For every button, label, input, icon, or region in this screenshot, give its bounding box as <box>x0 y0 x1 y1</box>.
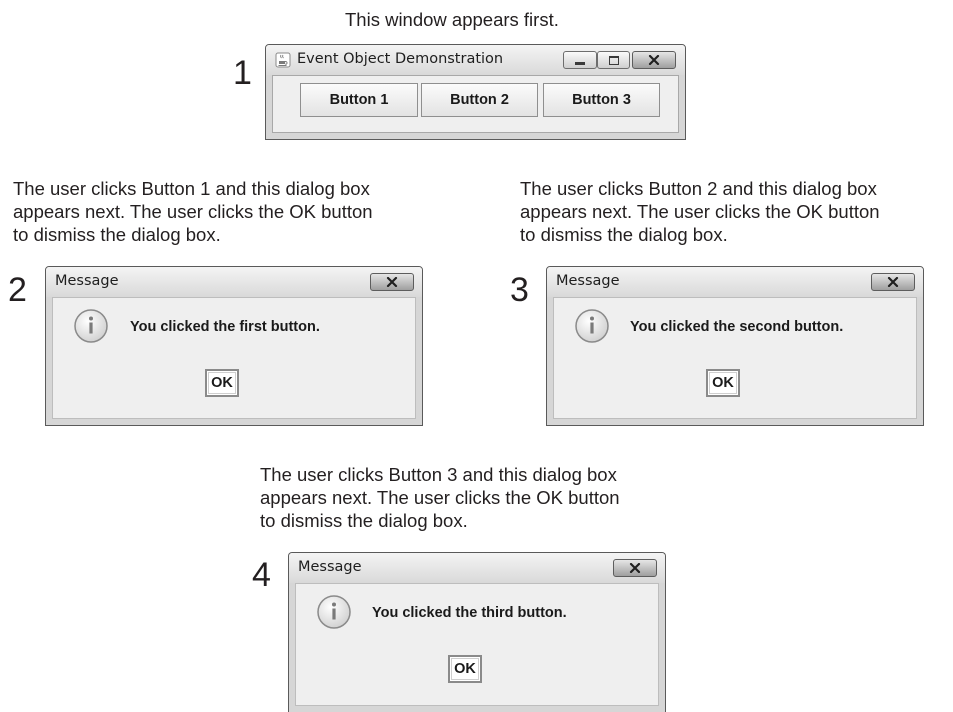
window-content: Button 1 Button 2 Button 3 <box>272 75 679 133</box>
message-dialog-second: Message You clicked the second button. O… <box>546 266 924 426</box>
dialog-message: You clicked the first button. <box>130 319 320 335</box>
caption-first: This window appears first. <box>345 9 559 30</box>
message-dialog-first: Message You clicked the first button. OK <box>45 266 423 426</box>
caption-step-4-line-2: appears next. The user clicks the OK but… <box>260 487 620 508</box>
dialog-content: You clicked the first button. OK <box>52 297 416 419</box>
window-title: Event Object Demonstration <box>297 51 504 67</box>
button-2[interactable]: Button 2 <box>421 83 538 117</box>
dialog-message: You clicked the second button. <box>630 319 844 335</box>
close-button[interactable] <box>613 559 657 577</box>
dialog-title: Message <box>556 273 620 289</box>
dialog-message: You clicked the third button. <box>372 605 567 621</box>
caption-step-2-line-1: The user clicks Button 1 and this dialog… <box>13 178 370 199</box>
ok-button[interactable]: OK <box>448 655 482 683</box>
close-icon <box>648 55 660 65</box>
dialog-content: You clicked the second button. OK <box>553 297 917 419</box>
button-1[interactable]: Button 1 <box>300 83 418 117</box>
caption-step-4-line-1: The user clicks Button 3 and this dialog… <box>260 464 617 485</box>
close-button[interactable] <box>632 51 676 69</box>
title-bar[interactable]: Message <box>547 267 923 297</box>
step-number-3: 3 <box>510 271 529 309</box>
title-bar[interactable]: Message <box>46 267 422 297</box>
caption-step-2-line-3: to dismiss the dialog box. <box>13 224 221 245</box>
title-bar[interactable]: Message <box>289 553 665 583</box>
caption-step-3-line-2: appears next. The user clicks the OK but… <box>520 201 880 222</box>
minimize-button[interactable] <box>563 51 597 69</box>
close-button[interactable] <box>871 273 915 291</box>
step-number-2: 2 <box>8 271 27 309</box>
caption-step-4-line-3: to dismiss the dialog box. <box>260 510 468 531</box>
ok-button[interactable]: OK <box>205 369 239 397</box>
close-icon <box>887 277 899 287</box>
dialog-content: You clicked the third button. OK <box>295 583 659 706</box>
minimize-icon <box>575 61 585 65</box>
caption-step-3-line-3: to dismiss the dialog box. <box>520 224 728 245</box>
maximize-icon <box>608 55 619 65</box>
info-icon <box>317 595 351 629</box>
title-bar[interactable]: Event Object Demonstration <box>266 45 685 75</box>
close-button[interactable] <box>370 273 414 291</box>
message-dialog-third: Message You clicked the third button. OK <box>288 552 666 712</box>
info-icon <box>575 309 609 343</box>
info-icon <box>74 309 108 343</box>
java-cup-icon <box>275 52 291 68</box>
event-object-demo-window: Event Object Demonstration Button 1 Butt… <box>265 44 686 140</box>
ok-button[interactable]: OK <box>706 369 740 397</box>
dialog-title: Message <box>55 273 119 289</box>
button-3[interactable]: Button 3 <box>543 83 660 117</box>
close-icon <box>629 563 641 573</box>
caption-step-2-line-2: appears next. The user clicks the OK but… <box>13 201 373 222</box>
dialog-title: Message <box>298 559 362 575</box>
step-number-4: 4 <box>252 556 271 594</box>
maximize-button[interactable] <box>597 51 630 69</box>
caption-step-3-line-1: The user clicks Button 2 and this dialog… <box>520 178 877 199</box>
close-icon <box>386 277 398 287</box>
step-number-1: 1 <box>233 54 252 92</box>
